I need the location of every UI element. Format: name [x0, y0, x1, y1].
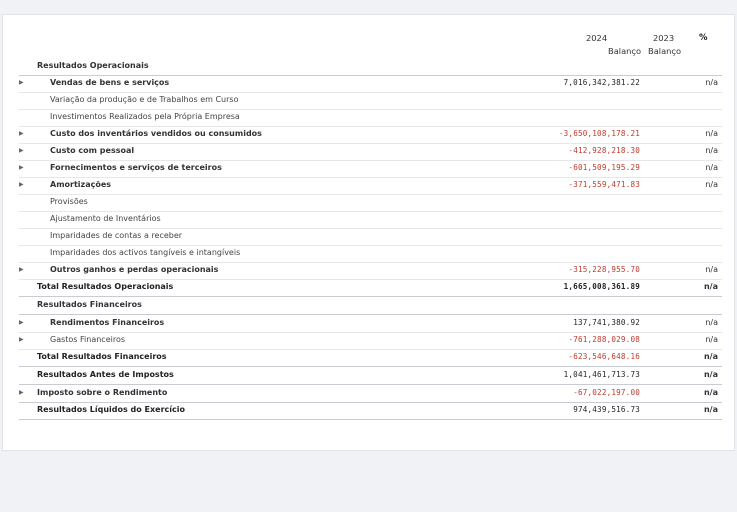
row-label: Custo dos inventários vendidos ou consum…	[50, 129, 262, 138]
expand-arrow-icon[interactable]: ▶	[19, 319, 24, 326]
table-row[interactable]: ▶ Gastos Financeiros -761,288,029.08 n/a	[19, 332, 722, 350]
table-row: Imparidades de contas a receber	[19, 228, 722, 246]
table-row[interactable]: ▶ Vendas de bens e serviços 7,016,342,38…	[19, 75, 722, 93]
expand-arrow-icon[interactable]: ▶	[19, 266, 24, 273]
row-value: 7,016,342,381.22	[563, 78, 640, 87]
row-percent: n/a	[705, 146, 718, 155]
row-percent: n/a	[703, 352, 718, 361]
row-value: -761,288,029.08	[568, 335, 640, 344]
row-label: Custo com pessoal	[50, 146, 135, 155]
row-value: 137,741,380.92	[573, 318, 640, 327]
total-row: Total Resultados Financeiros -623,546,64…	[19, 349, 722, 367]
row-percent: n/a	[703, 388, 718, 397]
table-row: Provisões	[19, 194, 722, 212]
row-label: Amortizações	[50, 180, 112, 189]
table-row: Variação da produção e de Trabalhos em C…	[19, 92, 722, 110]
row-label: Resultados Operacionais	[37, 61, 149, 70]
table-row[interactable]: ▶ Rendimentos Financeiros 137,741,380.92…	[19, 315, 722, 333]
row-percent: n/a	[705, 318, 718, 327]
row-label: Total Resultados Financeiros	[37, 352, 167, 361]
row-label: Vendas de bens e serviços	[50, 78, 170, 87]
row-value: -67,022,197.00	[573, 388, 640, 397]
row-label: Imparidades de contas a receber	[50, 231, 183, 240]
row-value: -371,559,471.83	[568, 180, 640, 189]
table-row: Imparidades dos activos tangíveis e inta…	[19, 245, 722, 263]
table-row[interactable]: ▶ Imposto sobre o Rendimento -67,022,197…	[19, 385, 722, 403]
table-row[interactable]: ▶ Custo dos inventários vendidos ou cons…	[19, 126, 722, 144]
column-year-2023: 2023	[653, 33, 675, 43]
row-label: Resultados Líquidos do Exercício	[37, 405, 186, 414]
column-year-2024: 2024	[586, 33, 608, 43]
expand-arrow-icon[interactable]: ▶	[19, 164, 24, 171]
expand-arrow-icon[interactable]: ▶	[19, 336, 24, 343]
expand-arrow-icon[interactable]: ▶	[19, 389, 24, 396]
row-percent: n/a	[703, 405, 718, 414]
row-value: 1,041,461,713.73	[563, 370, 640, 379]
row-percent: n/a	[705, 335, 718, 344]
section-resultados-operacionais: Resultados Operacionais	[19, 58, 722, 76]
row-percent: n/a	[705, 129, 718, 138]
row-value: 1,665,008,361.89	[563, 282, 640, 291]
row-label: Provisões	[50, 197, 88, 206]
row-value: 974,439,516.73	[573, 405, 640, 414]
expand-arrow-icon[interactable]: ▶	[19, 181, 24, 188]
table-row[interactable]: ▶ Outros ganhos e perdas operacionais -3…	[19, 262, 722, 280]
row-label: Fornecimentos e serviços de terceiros	[50, 163, 222, 172]
table-row: Ajustamento de Inventários	[19, 211, 722, 229]
total-row: Total Resultados Operacionais 1,665,008,…	[19, 279, 722, 297]
expand-arrow-icon[interactable]: ▶	[19, 130, 24, 137]
row-percent: n/a	[705, 180, 718, 189]
row-label: Gastos Financeiros	[50, 335, 126, 344]
row-value: -623,546,648.16	[568, 352, 640, 361]
expand-arrow-icon[interactable]: ▶	[19, 79, 24, 86]
section-resultados-financeiros: Resultados Financeiros	[19, 297, 722, 315]
table-row[interactable]: ▶ Amortizações -371,559,471.83 n/a	[19, 177, 722, 195]
table-row[interactable]: ▶ Custo com pessoal -412,928,218.30 n/a	[19, 143, 722, 161]
row-label: Investimentos Realizados pela Própria Em…	[50, 112, 240, 121]
row-value: -601,509,195.29	[568, 163, 640, 172]
row-label: Variação da produção e de Trabalhos em C…	[50, 95, 239, 104]
table-row[interactable]: ▶ Fornecimentos e serviços de terceiros …	[19, 160, 722, 178]
total-row: Resultados Líquidos do Exercício 974,439…	[19, 402, 722, 420]
income-statement-panel: 2024 Balanço 2023 Balanço % Resultados O…	[2, 14, 735, 451]
row-value: -3,650,108,178.21	[558, 129, 640, 138]
row-label: Imparidades dos activos tangíveis e inta…	[50, 248, 241, 257]
row-percent: n/a	[703, 282, 718, 291]
row-label: Imposto sobre o Rendimento	[37, 388, 168, 397]
row-label: Total Resultados Operacionais	[37, 282, 174, 291]
row-value: -412,928,218.30	[568, 146, 640, 155]
row-label: Ajustamento de Inventários	[50, 214, 161, 223]
row-percent: n/a	[705, 265, 718, 274]
row-percent: n/a	[705, 163, 718, 172]
column-sub-2024: Balanço	[608, 46, 642, 56]
total-row: Resultados Antes de Impostos 1,041,461,7…	[19, 367, 722, 385]
row-label: Resultados Financeiros	[37, 300, 142, 309]
row-percent: n/a	[705, 78, 718, 87]
table-row: Investimentos Realizados pela Própria Em…	[19, 109, 722, 127]
row-label: Rendimentos Financeiros	[50, 318, 165, 327]
row-percent: n/a	[703, 370, 718, 379]
column-percent: %	[699, 33, 708, 43]
row-value: -315,228,955.70	[568, 265, 640, 274]
column-sub-2023: Balanço	[648, 46, 682, 56]
row-label: Outros ganhos e perdas operacionais	[50, 265, 219, 274]
expand-arrow-icon[interactable]: ▶	[19, 147, 24, 154]
row-label: Resultados Antes de Impostos	[37, 370, 174, 379]
